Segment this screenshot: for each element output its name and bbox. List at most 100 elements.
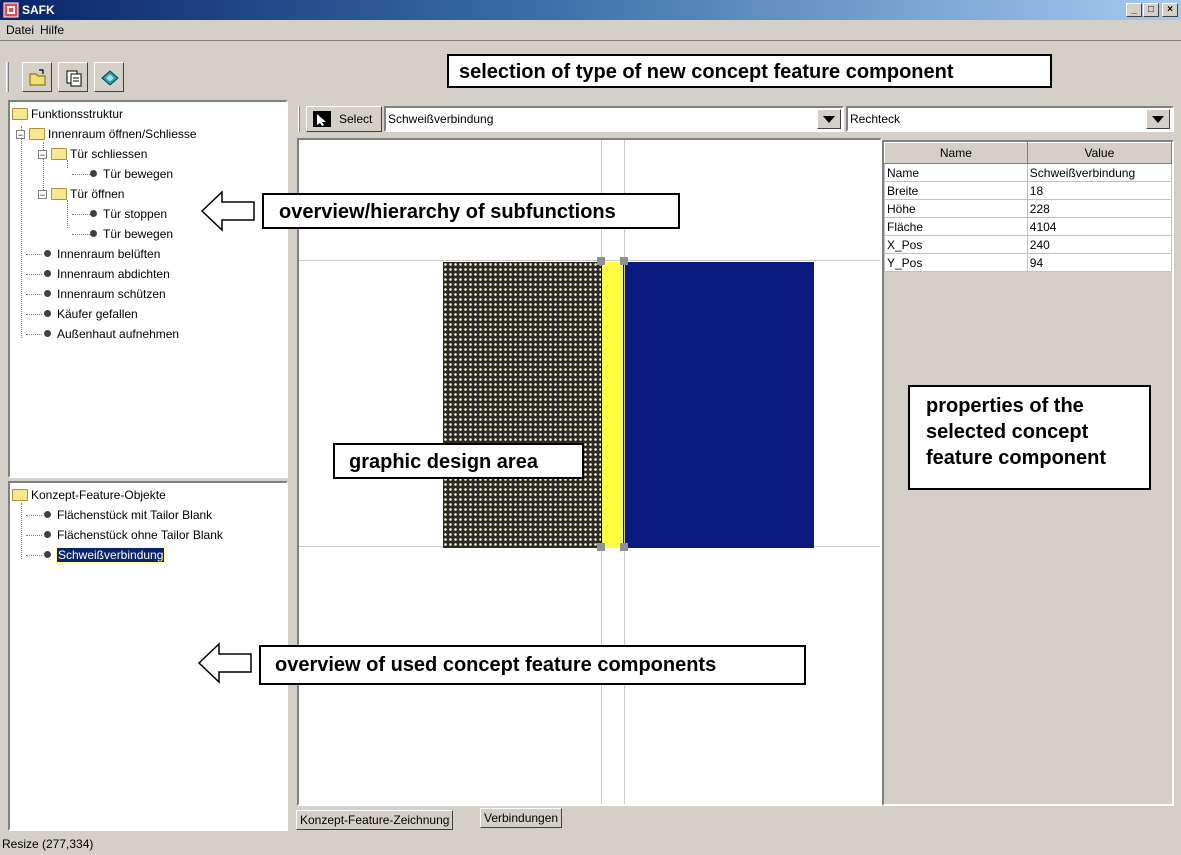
function-tree-panel[interactable]: Funktionsstruktur − Innenraum öffnen/Schl… (8, 100, 288, 478)
tab-verbindungen[interactable]: Verbindungen (480, 808, 563, 828)
folder-icon (12, 108, 28, 120)
table-row[interactable]: Breite 18 (884, 181, 1173, 200)
tree-label: Konzept-Feature-Objekte (31, 488, 166, 502)
properties-header-value[interactable]: Value (1026, 142, 1173, 164)
menu-datei[interactable]: Datei (6, 22, 34, 38)
shape-dropdown-button[interactable] (1146, 109, 1170, 129)
property-value[interactable]: 228 (1026, 199, 1173, 218)
properties-table: Name Value Name Schweißverbindung Breite… (884, 142, 1173, 272)
copy-document-icon (66, 70, 82, 87)
property-value[interactable]: 240 (1026, 235, 1173, 254)
tree-label: Flächenstück mit Tailor Blank (57, 508, 213, 522)
tab-konzept-feature-zeichnung[interactable]: Konzept-Feature-Zeichnung (296, 810, 454, 830)
collapse-icon[interactable]: − (16, 130, 25, 140)
property-value[interactable]: 94 (1026, 253, 1173, 272)
tree-label-selected: Schweißverbindung (55, 547, 166, 563)
resize-handle[interactable] (597, 257, 605, 265)
bullet-icon (44, 290, 51, 297)
annotation-used-components: overview of used concept feature compone… (259, 645, 806, 685)
property-value[interactable]: 4104 (1026, 217, 1173, 236)
tailor-blank-mesh-component[interactable] (443, 262, 601, 548)
annotation-hierarchy: overview/hierarchy of subfunctions (262, 193, 680, 229)
resize-handle[interactable] (620, 257, 628, 265)
folder-icon (12, 489, 28, 501)
title-bar[interactable] (0, 0, 1181, 20)
tree-item-innenraum-belueften[interactable]: Innenraum belüften (44, 246, 160, 262)
minimize-button[interactable]: _ (1126, 3, 1142, 17)
folder-icon (51, 148, 67, 160)
bullet-icon (44, 250, 51, 257)
component-type-dropdown-button[interactable] (817, 109, 841, 129)
table-row[interactable]: Y_Pos 94 (884, 253, 1173, 272)
tree-item-tuer-bewegen-2[interactable]: Tür bewegen (90, 226, 173, 242)
table-row[interactable]: Höhe 228 (884, 199, 1173, 218)
property-value[interactable]: 18 (1026, 181, 1173, 200)
maximize-button[interactable]: □ (1143, 3, 1159, 17)
bullet-icon (90, 230, 97, 237)
collapse-icon[interactable]: − (38, 150, 47, 160)
tree-label: Tür öffnen (70, 187, 125, 201)
table-row[interactable]: Name Schweißverbindung (884, 163, 1173, 182)
tree-item-aussenhaut[interactable]: Außenhaut aufnehmen (44, 326, 179, 342)
cursor-arrow-icon (313, 111, 331, 127)
bullet-icon (44, 511, 51, 518)
tree-item-tuer-stoppen[interactable]: Tür stoppen (90, 206, 167, 222)
folder-icon (29, 128, 45, 140)
shape-dropdown[interactable]: Rechteck (846, 106, 1174, 132)
weld-seam-component[interactable] (601, 262, 624, 548)
tree-item-tuer-bewegen-1[interactable]: Tür bewegen (90, 166, 173, 182)
status-bar-text: Resize (277,334) (2, 837, 94, 851)
select-button[interactable]: Select (306, 106, 382, 132)
close-button[interactable]: × (1162, 3, 1178, 17)
table-row[interactable]: X_Pos 240 (884, 235, 1173, 254)
blank-sheet-component[interactable] (625, 262, 814, 548)
collapse-icon[interactable]: − (38, 190, 47, 200)
book-button[interactable] (94, 62, 124, 92)
resize-handle[interactable] (597, 543, 605, 551)
tree-root-funktionsstruktur[interactable]: Funktionsstruktur (12, 106, 123, 122)
tree-label: Flächenstück ohne Tailor Blank (57, 528, 223, 542)
tree-label: Innenraum abdichten (57, 267, 170, 281)
copy-button[interactable] (58, 62, 88, 92)
tree-item-kaeufer-gefallen[interactable]: Käufer gefallen (44, 306, 138, 322)
tree-item-innenraum-schuetzen[interactable]: Innenraum schützen (44, 286, 166, 302)
book-icon (101, 70, 119, 86)
property-key: Y_Pos (884, 253, 1028, 272)
tree-label: Funktionsstruktur (31, 107, 124, 121)
properties-header-name[interactable]: Name (884, 142, 1028, 164)
component-item-mit-tailor-blank[interactable]: Flächenstück mit Tailor Blank (44, 507, 212, 523)
tree-item-tuer-schliessen[interactable]: − Tür schliessen (38, 146, 147, 162)
component-item-schweissverbindung[interactable]: Schweißverbindung (44, 547, 166, 563)
bullet-icon (44, 310, 51, 317)
tree-label: Innenraum belüften (57, 247, 161, 261)
shape-value: Rechteck (850, 112, 901, 126)
menu-hilfe[interactable]: Hilfe (40, 22, 64, 38)
tree-item-innenraum-oeffnen[interactable]: − Innenraum öffnen/Schliesse (16, 126, 197, 142)
tree-item-innenraum-abdichten[interactable]: Innenraum abdichten (44, 266, 170, 282)
design-toolbar-grip[interactable] (298, 106, 300, 132)
table-row[interactable]: Fläche 4104 (884, 217, 1173, 236)
chevron-down-icon (823, 116, 835, 123)
component-item-ohne-tailor-blank[interactable]: Flächenstück ohne Tailor Blank (44, 527, 223, 543)
tree-item-tuer-oeffnen[interactable]: − Tür öffnen (38, 186, 124, 202)
property-key: Fläche (884, 217, 1028, 236)
menu-separator (0, 40, 1181, 41)
tree-label: Tür schliessen (70, 147, 148, 161)
tree-label: Außenhaut aufnehmen (57, 327, 180, 341)
component-type-dropdown[interactable]: Schweißverbindung (384, 106, 844, 132)
annotation-type-selection: selection of type of new concept feature… (447, 54, 1052, 88)
tree-label: Tür bewegen (103, 167, 174, 181)
tree-root-konzept-feature-objekte[interactable]: Konzept-Feature-Objekte (12, 487, 166, 503)
property-key: Breite (884, 181, 1028, 200)
resize-handle[interactable] (620, 543, 628, 551)
open-button[interactable] (22, 62, 52, 92)
tree-label: Tür stoppen (103, 207, 168, 221)
bullet-icon (90, 210, 97, 217)
property-key: Höhe (884, 199, 1028, 218)
bullet-icon (90, 170, 97, 177)
bullet-icon (44, 551, 51, 558)
property-value[interactable]: Schweißverbindung (1026, 163, 1173, 182)
toolbar-grip[interactable] (6, 62, 9, 92)
annotation-properties: properties of the selected concept featu… (908, 385, 1151, 490)
property-key: Name (884, 163, 1028, 182)
